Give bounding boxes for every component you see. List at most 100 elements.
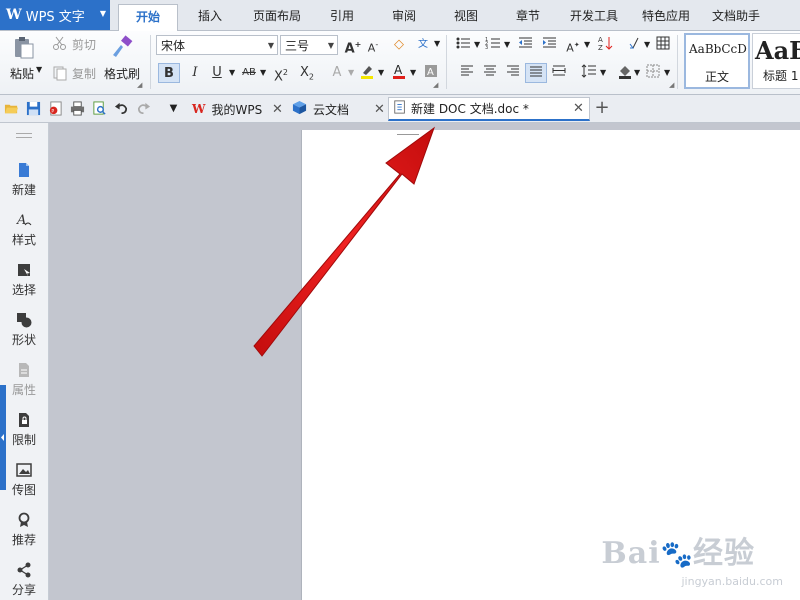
line-spacing-icon[interactable] bbox=[578, 63, 600, 83]
marks-dropdown-icon[interactable]: ▼ bbox=[644, 40, 650, 49]
tab-cloud-docs[interactable]: 云文档 ✕ bbox=[288, 97, 385, 121]
grip-icon[interactable] bbox=[16, 133, 32, 138]
highlight-color-icon[interactable] bbox=[356, 63, 378, 83]
style-normal-card[interactable]: AaBbCcD 正文 bbox=[684, 33, 750, 89]
tab-review[interactable]: 审阅 bbox=[382, 4, 426, 30]
print-icon[interactable] bbox=[70, 101, 85, 116]
align-left-icon[interactable] bbox=[456, 63, 478, 83]
justify-icon[interactable] bbox=[525, 63, 547, 83]
bullet-list-icon[interactable] bbox=[452, 35, 474, 55]
change-case-icon[interactable]: A✦ bbox=[562, 35, 584, 55]
redo-icon[interactable] bbox=[136, 101, 151, 116]
highlight-dropdown-icon[interactable]: ▼ bbox=[378, 68, 384, 77]
print-preview-icon[interactable] bbox=[92, 101, 107, 116]
tab-special-apps[interactable]: 特色应用 bbox=[634, 4, 698, 30]
close-icon[interactable]: ✕ bbox=[374, 102, 385, 117]
text-effect-icon[interactable]: A bbox=[326, 63, 348, 83]
open-folder-icon[interactable] bbox=[4, 101, 19, 116]
superscript-button[interactable]: X2 bbox=[270, 63, 292, 84]
sidebar-item-recommend[interactable]: 推荐 bbox=[0, 511, 48, 548]
close-icon[interactable]: ✕ bbox=[272, 102, 283, 117]
text-effect-dropdown-icon[interactable]: ▼ bbox=[348, 68, 354, 77]
sidebar-item-style[interactable]: A 样式 bbox=[0, 211, 48, 248]
save-icon[interactable] bbox=[26, 101, 41, 116]
grow-font-icon[interactable]: A+ bbox=[342, 35, 364, 56]
strikethrough-button[interactable]: AB bbox=[238, 63, 260, 83]
align-center-icon[interactable] bbox=[479, 63, 501, 83]
export-pdf-icon[interactable]: P bbox=[48, 101, 63, 116]
undo-icon[interactable] bbox=[114, 101, 129, 116]
clipboard-group-expand-icon[interactable]: ◢ bbox=[137, 81, 142, 89]
tab-view[interactable]: 视图 bbox=[444, 4, 488, 30]
tab-page-layout[interactable]: 页面布局 bbox=[248, 4, 306, 30]
cut-button[interactable]: 剪切 bbox=[72, 36, 96, 53]
bullet-dropdown-icon[interactable]: ▼ bbox=[474, 40, 480, 49]
copy-button[interactable]: 复制 bbox=[72, 65, 96, 82]
shrink-font-icon[interactable]: A- bbox=[362, 35, 384, 55]
font-color-icon[interactable]: A bbox=[388, 63, 410, 83]
sidebar-item-share[interactable]: 分享 bbox=[0, 561, 48, 598]
copy-icon[interactable] bbox=[52, 65, 68, 84]
sidebar-item-restrict[interactable]: 限制 bbox=[0, 411, 48, 448]
tab-doc-assistant[interactable]: 文档助手 bbox=[704, 4, 768, 30]
style-heading1-card[interactable]: AaB 标题 1 bbox=[752, 33, 800, 89]
shading-dropdown-icon[interactable]: ▼ bbox=[634, 68, 640, 77]
format-painter-button[interactable]: 格式刷 bbox=[104, 65, 140, 82]
decrease-indent-icon[interactable] bbox=[514, 35, 536, 55]
italic-button[interactable]: I bbox=[184, 63, 206, 83]
tab-developer[interactable]: 开发工具 bbox=[562, 4, 626, 30]
underline-dropdown-icon[interactable]: ▼ bbox=[229, 68, 235, 77]
new-tab-plus-icon[interactable]: + bbox=[593, 98, 611, 118]
font-group-expand-icon[interactable]: ◢ bbox=[433, 81, 438, 89]
borders-icon[interactable] bbox=[642, 63, 664, 83]
paste-dropdown-icon[interactable]: ▼ bbox=[36, 65, 42, 74]
table-icon[interactable] bbox=[652, 35, 674, 55]
tab-current-document[interactable]: 新建 DOC 文档.doc * ✕ bbox=[388, 97, 590, 121]
format-painter-icon[interactable] bbox=[110, 35, 134, 62]
scissors-icon[interactable] bbox=[52, 35, 68, 54]
underline-button[interactable]: U bbox=[206, 63, 228, 83]
strike-dropdown-icon[interactable]: ▼ bbox=[260, 68, 266, 77]
numbered-list-icon[interactable]: 123 bbox=[482, 35, 504, 55]
borders-dropdown-icon[interactable]: ▼ bbox=[664, 68, 670, 77]
app-menu-button[interactable]: W WPS 文字 ▼ bbox=[0, 0, 110, 30]
sidebar-item-select[interactable]: 选择 bbox=[0, 261, 48, 298]
subscript-button[interactable]: X2 bbox=[296, 63, 318, 83]
show-marks-icon[interactable] bbox=[624, 35, 646, 55]
watermark-brand: Bai bbox=[601, 536, 661, 571]
clear-format-icon[interactable]: ◇ bbox=[388, 35, 410, 55]
paste-button-label[interactable]: 粘贴 bbox=[10, 65, 34, 82]
paste-icon[interactable] bbox=[12, 35, 36, 62]
sort-icon[interactable]: AZ bbox=[594, 35, 616, 55]
paragraph-shading-icon[interactable] bbox=[614, 63, 636, 83]
tab-references[interactable]: 引用 bbox=[320, 4, 364, 30]
tab-home[interactable]: 开始 bbox=[118, 4, 178, 32]
tab-chapter[interactable]: 章节 bbox=[506, 4, 550, 30]
document-page[interactable]: Bai🐾经验 jingyan.baidu.com bbox=[301, 130, 800, 600]
phonetic-dropdown-icon[interactable]: ▼ bbox=[434, 39, 440, 48]
case-dropdown-icon[interactable]: ▼ bbox=[584, 40, 590, 49]
phonetic-guide-icon[interactable]: 文 bbox=[412, 35, 434, 55]
align-right-icon[interactable] bbox=[502, 63, 524, 83]
customize-dropdown-icon[interactable]: ▼ bbox=[166, 101, 181, 116]
font-size-select[interactable]: 三号 ▼ bbox=[280, 35, 338, 55]
increase-indent-icon[interactable] bbox=[538, 35, 560, 55]
ribbon-separator bbox=[677, 35, 678, 89]
sidebar-item-new[interactable]: 新建 bbox=[0, 161, 48, 198]
distribute-icon[interactable] bbox=[548, 63, 570, 83]
sidebar-item-shape[interactable]: 形状 bbox=[0, 311, 48, 348]
close-icon[interactable]: ✕ bbox=[573, 101, 584, 116]
char-shading-icon[interactable]: A bbox=[420, 63, 442, 83]
sidebar-item-upload-image[interactable]: 传图 bbox=[0, 461, 48, 498]
tab-my-wps[interactable]: W 我的WPS ✕ bbox=[186, 97, 283, 121]
bold-button[interactable]: B bbox=[158, 63, 180, 83]
tab-insert[interactable]: 插入 bbox=[188, 4, 232, 30]
numbered-dropdown-icon[interactable]: ▼ bbox=[504, 40, 510, 49]
task-sidebar: 新建 A 样式 选择 形状 属性 限制 传图 推荐 分享 bbox=[0, 123, 49, 600]
sidebar-item-property[interactable]: 属性 bbox=[0, 361, 48, 398]
spacing-dropdown-icon[interactable]: ▼ bbox=[600, 68, 606, 77]
font-name-select[interactable]: 宋体 ▼ bbox=[156, 35, 278, 55]
font-color-dropdown-icon[interactable]: ▼ bbox=[410, 68, 416, 77]
sidebar-collapse-handle[interactable] bbox=[0, 385, 6, 490]
paragraph-group-expand-icon[interactable]: ◢ bbox=[669, 81, 674, 89]
